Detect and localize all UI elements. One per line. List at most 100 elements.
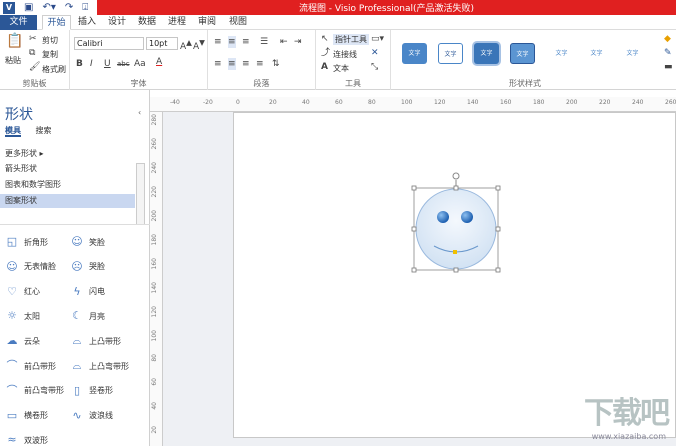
tab-insert[interactable]: 插入 <box>76 15 98 30</box>
shrink-font-icon[interactable]: A▼ <box>193 37 205 53</box>
shape-item[interactable]: ☁ 云朵 <box>5 334 41 348</box>
redo-icon[interactable]: ↷ <box>65 1 73 14</box>
shape-item[interactable]: ▭ 横卷形 <box>5 409 48 423</box>
cut-button[interactable]: 剪切 <box>42 35 58 46</box>
connector-routing-icon[interactable]: ⤡ <box>371 61 378 73</box>
shape-item[interactable]: ◱ 折角形 <box>5 235 48 249</box>
more-shapes-menu[interactable]: 更多形状 ▸ <box>0 147 135 161</box>
tools-label: 工具 <box>345 79 361 88</box>
shape-item[interactable]: ⌒ 前凸带形 <box>5 359 57 373</box>
undo-icon[interactable]: ↶▾ <box>42 1 55 14</box>
justify-icon[interactable]: ≡ <box>256 58 264 70</box>
shape-item[interactable]: ♡ 红心 <box>5 285 40 299</box>
paste-button[interactable]: 粘贴 <box>5 55 21 66</box>
shape-item[interactable]: ϟ 闪电 <box>70 285 105 299</box>
connection-point-icon[interactable]: ✕ <box>371 47 379 59</box>
rectangle-tool-icon[interactable]: ▭▾ <box>371 33 384 45</box>
ruler-tick-label: 240 <box>632 99 644 106</box>
align-top-icon[interactable]: ≡ <box>214 36 222 48</box>
pointer-tool-button[interactable]: 指针工具 <box>333 34 369 45</box>
font-size-select[interactable]: 10pt <box>146 37 178 50</box>
underline-button[interactable]: U <box>104 58 111 70</box>
shape-label: 横卷形 <box>24 411 48 421</box>
bold-button[interactable]: B <box>76 58 83 70</box>
style-swatch[interactable]: 文字 <box>474 43 499 64</box>
ruler-tick-label: 260 <box>665 99 676 106</box>
align-left-icon[interactable]: ≡ <box>214 58 222 70</box>
shape-item[interactable]: ▯ 竖卷形 <box>70 384 113 398</box>
tab-review[interactable]: 审阅 <box>196 15 218 30</box>
style-swatch[interactable]: 文字 <box>438 43 463 64</box>
smiley-face[interactable] <box>415 188 497 270</box>
style-swatch[interactable]: 文字 <box>510 43 535 64</box>
shape-item[interactable]: ⌒ 前凸弯带形 <box>5 384 65 398</box>
align-center-icon[interactable]: ≡ <box>228 58 236 70</box>
tab-process[interactable]: 进程 <box>166 15 188 30</box>
ruler-tick-label: 160 <box>151 258 158 270</box>
shape-item[interactable]: ☼ 太阳 <box>5 309 40 323</box>
shape-item[interactable]: ∿ 波浪线 <box>70 409 113 423</box>
tab-home[interactable]: 开始 <box>42 15 71 30</box>
bullets-icon[interactable]: ☰ <box>260 36 268 48</box>
text-direction-icon[interactable]: ⇅ <box>272 58 280 70</box>
format-painter-button[interactable]: 格式刷 <box>42 64 66 75</box>
watermark-logo: 下载吧 <box>584 396 670 431</box>
font-color-button[interactable]: A <box>156 56 162 68</box>
save-icon[interactable]: ▣ <box>24 1 33 14</box>
change-case-button[interactable]: Aa <box>134 58 146 70</box>
shape-item[interactable]: ☾ 月亮 <box>70 309 105 323</box>
ruler-tick-label: 140 <box>151 282 158 294</box>
paste-icon[interactable]: 📋 <box>6 34 23 51</box>
align-middle-icon[interactable]: ≡ <box>228 36 236 48</box>
vertical-ruler: 280 260 240 220 200 180 160 140 120 100 80 60 40 20 <box>150 112 163 446</box>
paragraph-label: 段落 <box>253 79 270 88</box>
decrease-indent-icon[interactable]: ⇤ <box>280 36 288 48</box>
stencil-item[interactable]: 图表和数学图形 <box>0 178 135 192</box>
increase-indent-icon[interactable]: ⇥ <box>294 36 302 48</box>
align-bottom-icon[interactable]: ≡ <box>242 36 250 48</box>
style-swatch[interactable]: 文字 <box>620 43 645 64</box>
rotation-handle[interactable] <box>452 172 460 180</box>
tab-view[interactable]: 视图 <box>227 15 249 30</box>
grow-font-icon[interactable]: A▲ <box>180 37 192 53</box>
moon-icon: ☾ <box>72 309 82 323</box>
shape-item[interactable]: ⌓ 上凸弯带形 <box>70 359 129 373</box>
collapse-panel-icon[interactable]: ‹ <box>138 108 141 117</box>
customize-qat-icon[interactable]: ⍗ <box>82 1 88 14</box>
shape-item[interactable]: ☺ 笑脸 <box>70 235 105 249</box>
ribbon: 📋 粘贴 ✂ 剪切 ⧉ 复制 🖌 格式刷 剪贴板 Calibri 10pt A▲… <box>0 30 676 90</box>
shape-item[interactable]: ≈ 双波形 <box>5 433 48 447</box>
watermark-url: www.xiazaiba.com <box>591 432 666 441</box>
copy-button[interactable]: 复制 <box>42 49 58 60</box>
tab-stencils[interactable]: 模具 <box>5 126 21 137</box>
italic-button[interactable]: I <box>90 58 93 70</box>
shape-item[interactable]: ☹ 哭脸 <box>70 260 105 274</box>
stencil-scrollbar[interactable] <box>136 163 145 225</box>
stencil-item[interactable]: 箭头形状 <box>0 162 135 176</box>
connector-button[interactable]: 连接线 <box>333 49 357 60</box>
drawing-canvas[interactable]: 下载吧 www.xiazaiba.com <box>163 112 676 446</box>
tab-file[interactable]: 文件 <box>0 15 37 30</box>
effects-icon[interactable]: ▬ <box>664 61 673 73</box>
tab-data[interactable]: 数据 <box>136 15 158 30</box>
shape-item[interactable]: ☺ 无表情脸 <box>5 260 56 274</box>
style-swatch[interactable]: 文字 <box>402 43 427 64</box>
fill-icon[interactable]: ◆ <box>664 33 671 45</box>
tab-search[interactable]: 搜索 <box>36 126 52 135</box>
font-name-select[interactable]: Calibri <box>74 37 144 50</box>
stencil-item-selected[interactable]: 图案形状 <box>0 194 135 208</box>
control-handle[interactable] <box>453 250 457 254</box>
line-icon[interactable]: ✎ <box>664 47 672 59</box>
shape-label: 闪电 <box>89 287 105 297</box>
text-tool-button[interactable]: 文本 <box>333 63 349 74</box>
style-swatch[interactable]: 文字 <box>549 43 574 64</box>
style-swatch[interactable]: 文字 <box>584 43 609 64</box>
align-right-icon[interactable]: ≡ <box>242 58 250 70</box>
strikethrough-button[interactable]: abc <box>117 58 130 70</box>
tab-design[interactable]: 设计 <box>106 15 128 30</box>
smiley-shape[interactable] <box>410 170 506 276</box>
curved-ribbon-up-icon: ⌓ <box>72 359 82 372</box>
more-shapes-label: 更多形状 <box>5 149 37 158</box>
shape-item[interactable]: ⌓ 上凸带形 <box>70 334 121 348</box>
ruler-tick-label: -40 <box>170 99 180 106</box>
